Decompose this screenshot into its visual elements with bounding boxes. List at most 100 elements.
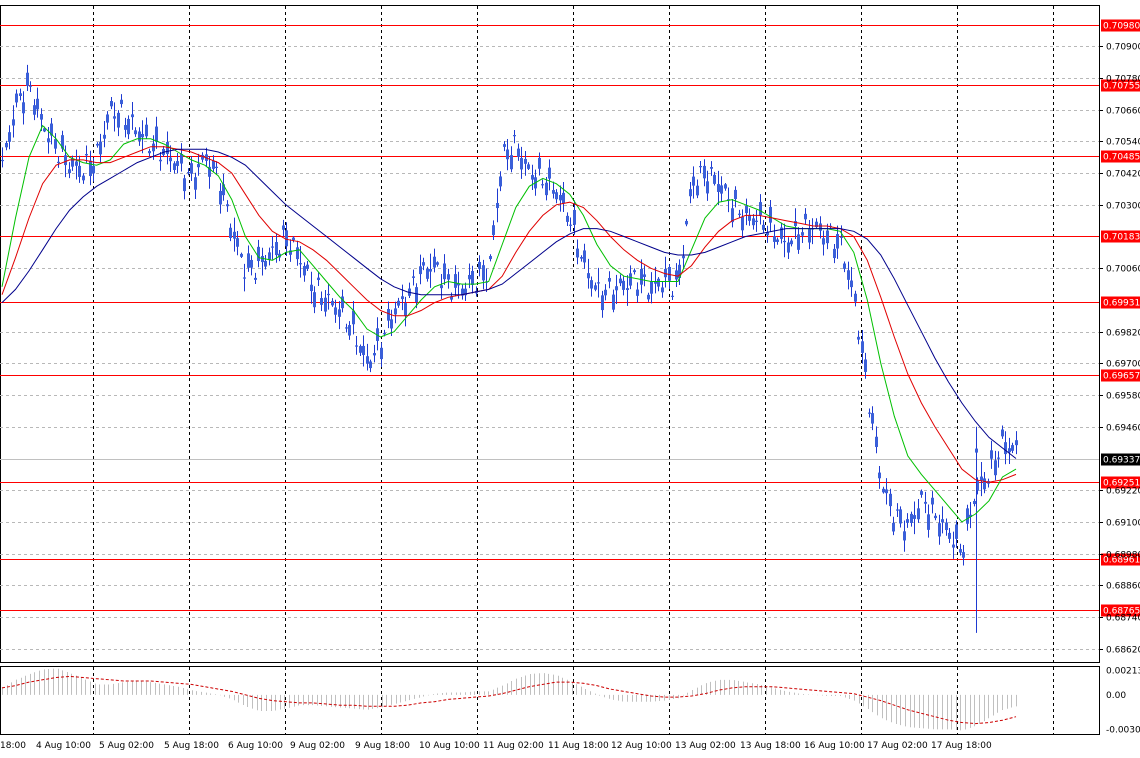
price-bar-body (33, 105, 36, 115)
price-bar-body (190, 163, 193, 174)
price-bar-body (57, 161, 60, 164)
price-bar-body (896, 509, 899, 511)
price-bar-body (176, 161, 179, 166)
level-label: 0.70980 (1103, 22, 1140, 32)
price-bar-body (117, 112, 120, 128)
price-bar-body (103, 134, 106, 139)
current-price-label: 0.69337 (1103, 456, 1140, 466)
price-bar-body (68, 169, 71, 174)
price-bar-body (436, 262, 439, 265)
price-bar-body (847, 270, 850, 280)
time-axis-label: 11 Aug 18:00 (548, 741, 609, 751)
price-chart[interactable]: 0.70980 0.70755 0.70485 0.70183 0.69931 0.696… (0, 0, 1140, 754)
price-bar-body (706, 181, 709, 194)
price-bar-body (89, 160, 92, 177)
price-tick-label: 0.69700 (1106, 360, 1140, 370)
price-bar-body (934, 515, 937, 519)
price-bar-body (590, 280, 593, 289)
price-tick-label: 0.70060 (1106, 265, 1140, 275)
price-tick-label: 0.70540 (1106, 138, 1140, 148)
time-axis-label: 4 Aug 10:00 (36, 741, 91, 751)
price-bar-body (1, 159, 4, 162)
price-bar-body (833, 248, 836, 259)
price-bar-body (994, 460, 997, 476)
price-bar-body (120, 99, 123, 105)
price-bar-body (1004, 442, 1007, 455)
price-bar-body (752, 218, 755, 226)
price-bar-body (804, 213, 807, 220)
price-bar-body (917, 508, 920, 520)
price-bar-body (966, 508, 969, 524)
price-bar-body (959, 549, 962, 553)
price-bar-body (871, 413, 874, 424)
price-bar-body (141, 134, 144, 138)
price-bar-body (797, 234, 800, 250)
chart-svg: 0.709800.707550.704850.701830.699310.696… (0, 0, 1140, 754)
price-bar-body (131, 114, 134, 118)
level-label: 0.70183 (1103, 233, 1140, 243)
price-bar-body (517, 148, 520, 157)
price-bar-body (699, 166, 702, 168)
price-bar-body (138, 131, 141, 141)
price-bar-body (310, 284, 313, 292)
time-axis-label: 9 Aug 02:00 (290, 741, 345, 751)
price-bar-body (801, 232, 804, 236)
price-bar-body (173, 163, 176, 170)
price-bar-body (861, 341, 864, 353)
price-bar-body (482, 265, 485, 281)
price-bar-body (433, 256, 436, 268)
price-bar-body (229, 227, 232, 238)
price-bar-body (36, 98, 39, 110)
price-bar-body (503, 144, 506, 147)
price-bar-body (741, 216, 744, 231)
price-tick-label: 0.69820 (1106, 329, 1140, 339)
price-bar-body (362, 345, 365, 355)
price-bar-body (555, 192, 558, 200)
price-bar-body (380, 347, 383, 360)
time-axis-label: 13 Aug 02:00 (675, 741, 736, 751)
price-bar-body (675, 270, 678, 280)
price-bar-body (650, 281, 653, 294)
price-bar-body (696, 185, 699, 196)
price-bar-body (573, 209, 576, 225)
price-bar-body (755, 220, 758, 222)
price-bar-body (155, 126, 158, 142)
price-tick-label: 0.69220 (1106, 487, 1140, 497)
price-bar-body (899, 509, 902, 524)
price-bar-body (92, 165, 95, 174)
price-bar-body (15, 93, 18, 103)
price-bar-body (275, 242, 278, 256)
price-bar-body (110, 101, 113, 107)
price-bar-body (612, 294, 615, 310)
price-bar-body (415, 287, 418, 303)
price-bar-body (710, 167, 713, 169)
price-bar-body (836, 234, 839, 249)
price-bar-body (422, 262, 425, 266)
price-bar-body (64, 155, 67, 166)
price-bar-body (271, 246, 274, 248)
indicator-tick-label: 0.00 (1106, 691, 1126, 701)
price-bar-body (254, 277, 257, 280)
price-bar-body (394, 308, 397, 315)
price-bar-body (843, 263, 846, 269)
price-bar-body (397, 300, 400, 306)
price-tick-label: 0.69460 (1106, 424, 1140, 434)
price-bar-body (762, 224, 765, 230)
price-bar-body (113, 116, 116, 119)
price-bar-body (594, 285, 597, 290)
price-bar-body (419, 266, 422, 275)
price-bar-body (952, 544, 955, 548)
price-bar-body (152, 143, 155, 152)
price-bar-body (236, 238, 239, 247)
price-bar-body (12, 119, 15, 126)
time-axis-label: 10 Aug 10:00 (419, 741, 480, 751)
price-bar-body (296, 247, 299, 260)
price-tick-label: 0.69100 (1106, 519, 1140, 529)
price-bar-body (889, 493, 892, 507)
price-bar-body (334, 307, 337, 315)
price-bar-body (703, 165, 706, 179)
price-bar-body (875, 436, 878, 447)
price-bar-body (945, 522, 948, 531)
price-bar-body (169, 157, 172, 162)
price-bar-body (626, 288, 629, 291)
